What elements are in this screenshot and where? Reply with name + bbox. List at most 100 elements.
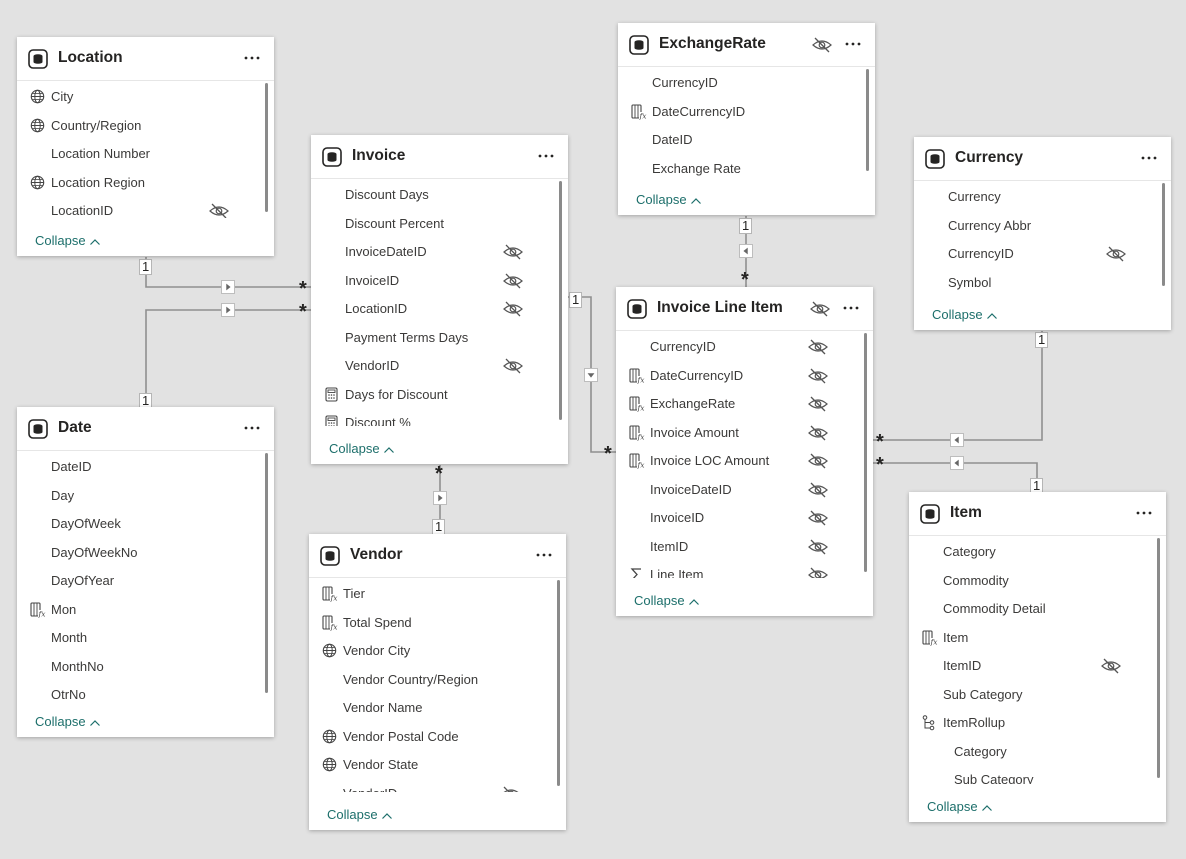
table-card-location[interactable]: Location City Country/Region Location Numbe…: [17, 37, 274, 256]
field-row[interactable]: DateID: [618, 126, 861, 154]
field-row[interactable]: fx DateCurrencyID: [618, 98, 861, 126]
field-row[interactable]: DayOfWeekNo: [17, 539, 260, 567]
field-list[interactable]: fx Tier fx Total Spend Vendor City Vendor Cou…: [309, 580, 552, 792]
field-row[interactable]: Vendor Postal Code: [309, 723, 552, 751]
scrollbar-thumb[interactable]: [265, 83, 268, 212]
field-row[interactable]: Location Number: [17, 140, 260, 168]
field-row[interactable]: InvoiceID: [616, 504, 859, 532]
field-row[interactable]: ItemRollup: [909, 709, 1152, 737]
field-list[interactable]: CurrencyID fx DateCurrencyID fx ExchangeRate…: [616, 333, 859, 578]
scrollbar-thumb[interactable]: [864, 333, 867, 572]
field-row[interactable]: InvoiceDateID: [311, 238, 554, 266]
field-row[interactable]: fx Item: [909, 624, 1152, 652]
field-row[interactable]: Month: [17, 624, 260, 652]
field-row[interactable]: fx Mon: [17, 596, 260, 624]
field-list[interactable]: CurrencyID fx DateCurrencyID DateID Exchange…: [618, 69, 861, 177]
table-header[interactable]: Location: [17, 37, 274, 81]
field-row[interactable]: fx Invoice LOC Amount: [616, 447, 859, 475]
field-row[interactable]: Days for Discount: [311, 381, 554, 409]
field-row[interactable]: Commodity: [909, 567, 1152, 595]
field-row[interactable]: Vendor Name: [309, 694, 552, 722]
field-row[interactable]: Exchange Rate: [618, 155, 861, 178]
collapse-button[interactable]: Collapse: [927, 799, 993, 814]
field-row[interactable]: DayOfYear: [17, 567, 260, 595]
collapse-button[interactable]: Collapse: [932, 307, 998, 322]
field-row[interactable]: LocationID: [311, 295, 554, 323]
more-options-icon[interactable]: [240, 417, 264, 439]
field-row[interactable]: Sub Category: [909, 766, 1152, 784]
scrollbar-thumb[interactable]: [1157, 538, 1160, 778]
field-row[interactable]: Discount Days: [311, 181, 554, 209]
field-row[interactable]: Country/Region: [17, 112, 260, 140]
field-row[interactable]: fx Tier: [309, 580, 552, 608]
field-row[interactable]: Vendor City: [309, 637, 552, 665]
table-card-invoice[interactable]: Invoice Discount Days Discount Percent Invo…: [311, 135, 568, 464]
table-card-item[interactable]: Item Category Commodity Commodity Detail fx I…: [909, 492, 1166, 822]
table-header[interactable]: Vendor: [309, 534, 566, 578]
scrollbar-thumb[interactable]: [557, 580, 560, 786]
table-header[interactable]: Item: [909, 492, 1166, 536]
field-row[interactable]: CurrencyID: [616, 333, 859, 361]
more-options-icon[interactable]: [532, 544, 556, 566]
field-list[interactable]: DateID Day DayOfWeek DayOfWeekNo DayOfYear fx…: [17, 453, 260, 699]
field-row[interactable]: Day: [17, 482, 260, 510]
field-row[interactable]: DayOfWeek: [17, 510, 260, 538]
field-list[interactable]: Currency Currency Abbr CurrencyID Symbol: [914, 183, 1157, 292]
field-list[interactable]: Category Commodity Commodity Detail fx Item I…: [909, 538, 1152, 784]
collapse-button[interactable]: Collapse: [35, 233, 101, 248]
table-card-invoicelineitem[interactable]: Invoice Line Item CurrencyID fx DateCurrenc…: [616, 287, 873, 616]
table-header[interactable]: Currency: [914, 137, 1171, 181]
table-card-currency[interactable]: Currency Currency Currency Abbr CurrencyID S…: [914, 137, 1171, 330]
field-row[interactable]: fx Total Spend: [309, 609, 552, 637]
field-row[interactable]: DateID: [17, 453, 260, 481]
table-card-vendor[interactable]: Vendor fx Tier fx Total Spend Vendor City Vend…: [309, 534, 566, 830]
field-row[interactable]: MonthNo: [17, 653, 260, 681]
field-row[interactable]: Vendor State: [309, 751, 552, 779]
field-row[interactable]: Currency Abbr: [914, 212, 1157, 240]
field-row[interactable]: ItemID: [616, 533, 859, 561]
table-card-exchangerate[interactable]: ExchangeRate CurrencyID fx DateCurrencyID Da…: [618, 23, 875, 215]
more-options-icon[interactable]: [841, 33, 865, 55]
field-row[interactable]: CurrencyID: [618, 69, 861, 97]
field-row[interactable]: City: [17, 83, 260, 111]
field-row[interactable]: fx Invoice Amount: [616, 419, 859, 447]
field-row[interactable]: InvoiceID: [311, 267, 554, 295]
collapse-button[interactable]: Collapse: [634, 593, 700, 608]
field-row[interactable]: Payment Terms Days: [311, 324, 554, 352]
field-row[interactable]: VendorID: [309, 780, 552, 792]
field-row[interactable]: fx DateCurrencyID: [616, 362, 859, 390]
field-row[interactable]: LocationID: [17, 197, 260, 218]
field-row[interactable]: Symbol: [914, 269, 1157, 293]
field-row[interactable]: Sub Category: [909, 681, 1152, 709]
scrollbar-thumb[interactable]: [559, 181, 562, 420]
collapse-button[interactable]: Collapse: [35, 714, 101, 729]
field-row[interactable]: Category: [909, 738, 1152, 766]
field-row[interactable]: Discount Percent: [311, 210, 554, 238]
field-row[interactable]: Category: [909, 538, 1152, 566]
collapse-button[interactable]: Collapse: [636, 192, 702, 207]
field-row[interactable]: Commodity Detail: [909, 595, 1152, 623]
table-header[interactable]: ExchangeRate: [618, 23, 875, 67]
more-options-icon[interactable]: [240, 47, 264, 69]
collapse-button[interactable]: Collapse: [329, 441, 395, 456]
field-row[interactable]: Line Item: [616, 561, 859, 578]
field-row[interactable]: InvoiceDateID: [616, 476, 859, 504]
more-options-icon[interactable]: [1137, 147, 1161, 169]
more-options-icon[interactable]: [1132, 502, 1156, 524]
scrollbar-thumb[interactable]: [866, 69, 869, 171]
table-header[interactable]: Date: [17, 407, 274, 451]
field-row[interactable]: Discount %: [311, 409, 554, 426]
more-options-icon[interactable]: [534, 145, 558, 167]
field-row[interactable]: Vendor Country/Region: [309, 666, 552, 694]
field-row[interactable]: Currency: [914, 183, 1157, 211]
field-row[interactable]: VendorID: [311, 352, 554, 380]
field-row[interactable]: QtrNo: [17, 681, 260, 699]
field-row[interactable]: Location Region: [17, 169, 260, 197]
field-row[interactable]: ItemID: [909, 652, 1152, 680]
field-list[interactable]: City Country/Region Location Number Locatio…: [17, 83, 260, 218]
field-row[interactable]: CurrencyID: [914, 240, 1157, 268]
table-header[interactable]: Invoice Line Item: [616, 287, 873, 331]
table-card-date[interactable]: Date DateID Day DayOfWeek DayOfWeekNo DayOfYe…: [17, 407, 274, 737]
table-header[interactable]: Invoice: [311, 135, 568, 179]
collapse-button[interactable]: Collapse: [327, 807, 393, 822]
